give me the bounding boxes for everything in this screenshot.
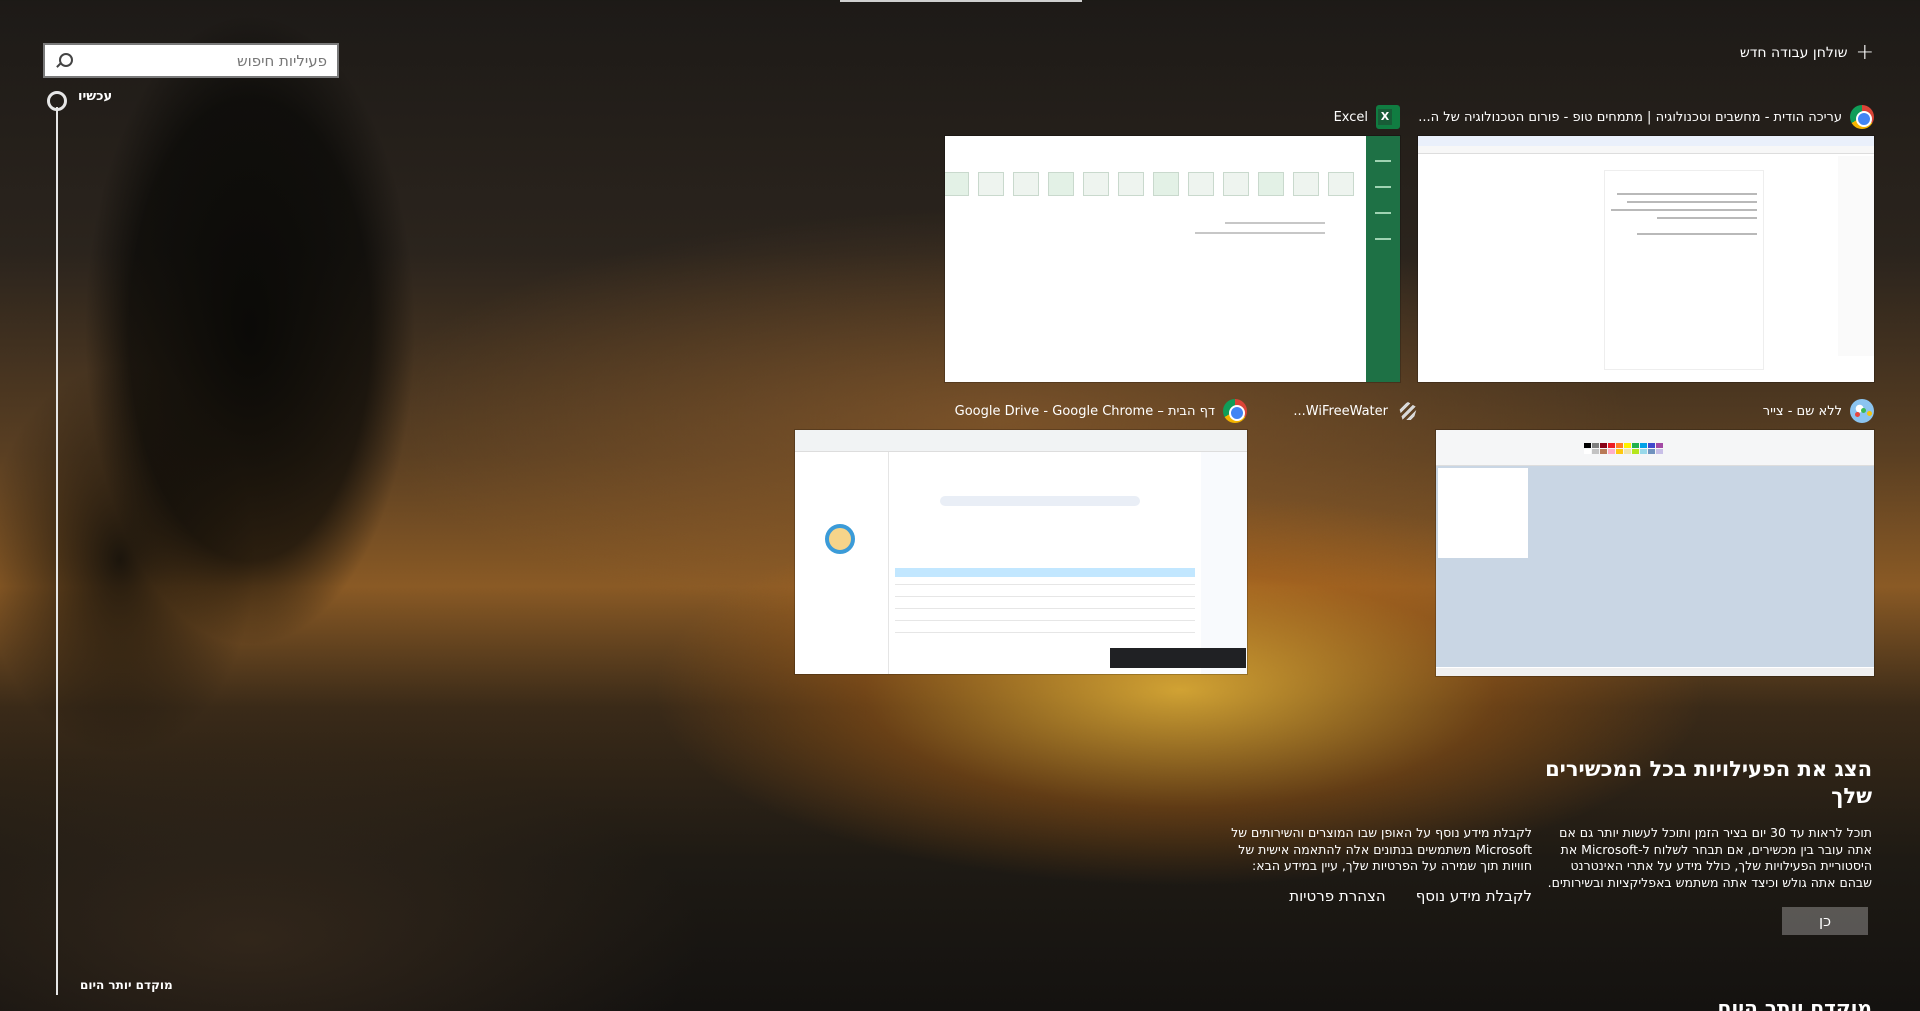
drive-sidebar	[1201, 452, 1247, 674]
text-line	[1617, 193, 1757, 195]
drive-file-row	[895, 632, 1195, 633]
window-card-paint[interactable]: ללא שם - צייר	[1436, 398, 1874, 676]
wifiwater-icon	[1396, 399, 1420, 423]
privacy-statement-link[interactable]: הצהרת פרטיות	[1289, 887, 1385, 905]
excel-icon	[1376, 105, 1400, 129]
paint-icon	[1850, 399, 1874, 423]
window-title: Excel	[1333, 109, 1368, 125]
drive-file-row	[895, 568, 1195, 577]
window-header: WiFreeWater...	[1280, 398, 1420, 424]
window-thumbnail[interactable]	[1436, 430, 1874, 676]
recent-files-line	[1225, 222, 1325, 224]
timeline-earlier-label[interactable]: מוקדם יותר היום	[80, 978, 173, 992]
window-card-wifiwater[interactable]: WiFreeWater...	[1280, 398, 1420, 424]
paint-workspace	[1436, 466, 1874, 667]
wallpaper-shore	[0, 640, 900, 1011]
earlier-today-heading: מוקדם יותר היום	[1717, 996, 1872, 1011]
activity-search-input[interactable]	[81, 51, 327, 70]
drive-file-row	[895, 620, 1195, 621]
timeline-now-label: עכשיו	[78, 89, 113, 104]
learn-more-link[interactable]: לקבלת מידע נוסף	[1416, 887, 1532, 905]
window-card-excel[interactable]: Excel	[945, 104, 1400, 382]
text-line	[1637, 233, 1757, 235]
window-card-chrome-forum[interactable]: עריכה הודית - מחשבים וטכנולוגיה | מתמחים…	[1418, 104, 1874, 382]
window-thumbnail[interactable]	[795, 430, 1247, 674]
drive-file-row	[895, 596, 1195, 597]
wallpaper-tree	[0, 0, 520, 760]
new-desktop-button[interactable]: + שולחן עבודה חדש	[1739, 40, 1874, 65]
browser-toolbar	[1418, 146, 1874, 154]
top-indicator	[840, 0, 1082, 2]
chrome-icon	[1850, 105, 1874, 129]
paint-canvas	[1438, 468, 1528, 558]
text-line	[1657, 217, 1757, 219]
window-header: עריכה הודית - מחשבים וטכנולוגיה | מתמחים…	[1418, 104, 1874, 130]
drive-details-panel	[795, 452, 889, 674]
window-thumbnail[interactable]	[945, 136, 1400, 382]
drive-file-row	[895, 584, 1195, 585]
window-title: עריכה הודית - מחשבים וטכנולוגיה | מתמחים…	[1418, 109, 1842, 125]
paint-status-bar	[1436, 668, 1874, 676]
browser-toolbar	[795, 430, 1247, 452]
search-icon[interactable]	[55, 52, 73, 70]
window-title: דף הבית – Google Drive - Google Chrome	[954, 403, 1215, 419]
promo-body: תוכל לראות עד 30 יום בציר הזמן ותוכל לעש…	[1547, 825, 1872, 890]
chrome-icon	[1223, 399, 1247, 423]
paint-color-palette	[1584, 443, 1663, 454]
window-header: דף הבית – Google Drive - Google Chrome	[795, 398, 1247, 424]
new-desktop-label: שולחן עבודה חדש	[1739, 45, 1848, 61]
plus-icon: +	[1855, 40, 1874, 65]
privacy-body: לקבלת מידע נוסף על האופן שבו המוצרים והש…	[1231, 825, 1532, 873]
window-title: WiFreeWater...	[1293, 403, 1388, 419]
window-title: ללא שם - צייר	[1762, 403, 1842, 419]
recent-files-line	[1195, 232, 1325, 234]
text-line	[1627, 201, 1757, 203]
drive-toast	[1110, 648, 1246, 668]
activity-search-box[interactable]	[43, 43, 339, 78]
text-line	[1611, 209, 1757, 211]
forum-side-nav	[1838, 156, 1874, 356]
drive-file-row	[895, 608, 1195, 609]
paint-ribbon	[1436, 430, 1874, 466]
promo-links: לקבלת מידע נוסף הצהרת פרטיות	[1289, 887, 1532, 905]
window-card-google-drive[interactable]: דף הבית – Google Drive - Google Chrome	[795, 398, 1247, 674]
window-header: Excel	[945, 104, 1400, 130]
search-illustration-icon	[825, 524, 855, 554]
timeline-scrollbar[interactable]	[56, 107, 58, 995]
window-thumbnail[interactable]	[1418, 136, 1874, 382]
browser-tabbar	[1418, 136, 1874, 146]
yes-button[interactable]: כן	[1782, 907, 1868, 935]
drive-search-bar	[940, 496, 1140, 506]
promo-title: הצג את הפעילויות בכל המכשירים שלך	[1545, 757, 1872, 808]
window-header: ללא שם - צייר	[1436, 398, 1874, 424]
excel-template-tiles	[945, 172, 1354, 196]
excel-backstage-sidebar	[1366, 136, 1400, 382]
forum-post-area	[1604, 170, 1764, 370]
timeline-now-marker[interactable]	[47, 91, 67, 111]
